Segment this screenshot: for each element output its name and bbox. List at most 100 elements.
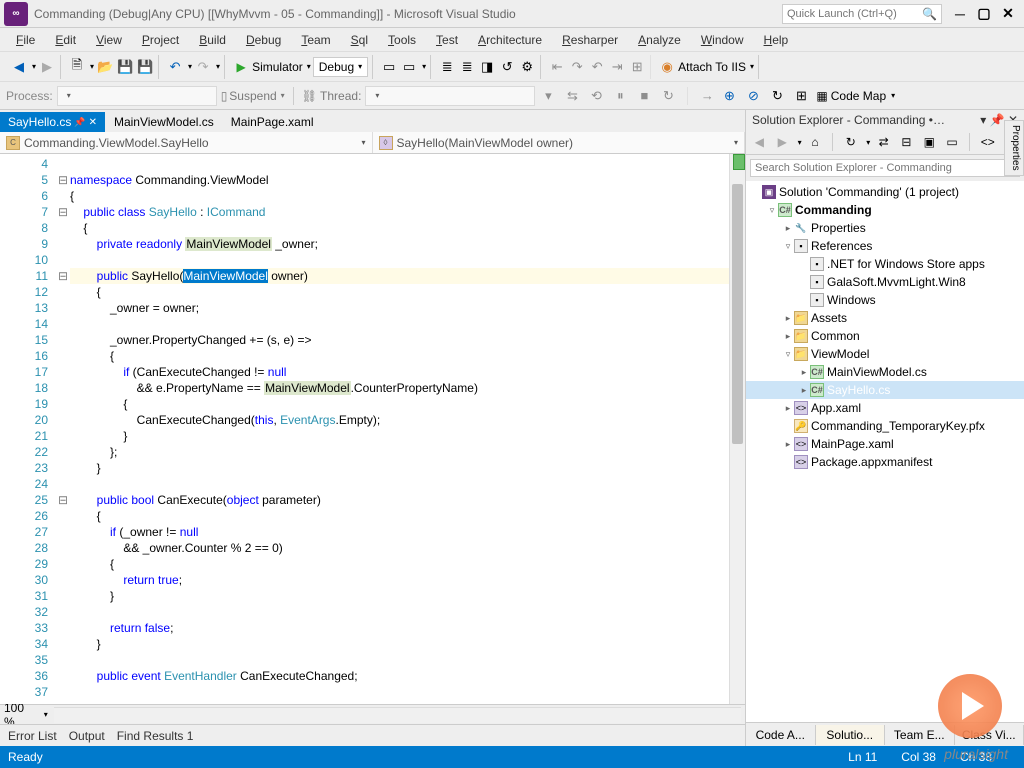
se-preview-icon[interactable]: ▭: [943, 132, 962, 152]
menu-edit[interactable]: Edit: [45, 30, 86, 50]
expand-icon[interactable]: ▸: [798, 367, 810, 378]
open-icon[interactable]: 📂: [96, 58, 114, 76]
side-tab-0[interactable]: Code A...: [746, 725, 816, 745]
menu-sql[interactable]: Sql: [341, 30, 378, 50]
fold-gutter[interactable]: ⊟ ⊟ ⊟ ⊟: [56, 154, 70, 704]
menu-view[interactable]: View: [86, 30, 132, 50]
fold-toggle[interactable]: ⊟: [56, 492, 70, 508]
minimize-button[interactable]: ─: [950, 4, 970, 24]
dbg-icon-11[interactable]: ⊞: [792, 87, 810, 105]
vertical-scrollbar[interactable]: [729, 154, 745, 704]
doc-tab-mainpage-xaml[interactable]: MainPage.xaml: [223, 112, 322, 132]
menu-analyze[interactable]: Analyze: [628, 30, 691, 50]
redo-icon[interactable]: ↷: [194, 58, 212, 76]
save-all-icon[interactable]: 💾: [136, 58, 154, 76]
pluralsight-play-icon[interactable]: [938, 674, 1002, 738]
doc-tab-mainviewmodel-cs[interactable]: MainViewModel.cs: [106, 112, 222, 132]
side-tab-1[interactable]: Solutio...: [816, 725, 886, 745]
se-home-icon[interactable]: ⌂: [806, 132, 825, 152]
menu-help[interactable]: Help: [754, 30, 799, 50]
tree-node-app-xaml[interactable]: ▸<>App.xaml: [746, 399, 1024, 417]
side-tab-2[interactable]: Team E...: [885, 725, 955, 745]
comment-icon[interactable]: ≣: [438, 58, 456, 76]
tree-node-viewmodel[interactable]: ▿📁ViewModel: [746, 345, 1024, 363]
uncomment-icon[interactable]: ≣: [458, 58, 476, 76]
tree-node-mainviewmodel-cs[interactable]: ▸C#MainViewModel.cs: [746, 363, 1024, 381]
tree-node-mainpage-xaml[interactable]: ▸<>MainPage.xaml: [746, 435, 1024, 453]
new-project-icon[interactable]: 🗎: [68, 58, 86, 76]
tree-node-commanding[interactable]: ▿C#Commanding: [746, 201, 1024, 219]
se-fwd-icon[interactable]: ▶: [773, 132, 792, 152]
search-icon[interactable]: 🔍: [922, 7, 937, 21]
attach-iis-label[interactable]: Attach To IIS: [678, 60, 746, 74]
menu-tools[interactable]: Tools: [378, 30, 426, 50]
attach-iis-icon[interactable]: ◉: [658, 58, 676, 76]
menu-architecture[interactable]: Architecture: [468, 30, 552, 50]
output-tab-find-results-1[interactable]: Find Results 1: [117, 729, 194, 743]
doc-tab-sayhello-cs[interactable]: SayHello.cs📌✕: [0, 112, 105, 132]
fold-toggle[interactable]: ⊟: [56, 204, 70, 220]
dbg-icon-8[interactable]: ⊕: [720, 87, 738, 105]
tree-node-package-appxmanifest[interactable]: <>Package.appxmanifest: [746, 453, 1024, 471]
expand-icon[interactable]: ▸: [782, 403, 794, 414]
save-icon[interactable]: 💾: [116, 58, 134, 76]
dbg-icon-10[interactable]: ↻: [768, 87, 786, 105]
horizontal-scrollbar[interactable]: [54, 707, 741, 723]
undo-icon[interactable]: ↶: [166, 58, 184, 76]
maximize-button[interactable]: ▢: [974, 4, 994, 24]
expand-icon[interactable]: ▸: [782, 223, 794, 234]
nav-fwd-button[interactable]: ▶: [38, 58, 56, 76]
tree-node-commanding-temporarykey-pfx[interactable]: 🔑Commanding_TemporaryKey.pfx: [746, 417, 1024, 435]
code-map-button[interactable]: ▦ Code Map ▾: [816, 87, 895, 105]
tool-icon-2[interactable]: ▭: [400, 58, 418, 76]
expand-icon[interactable]: ▿: [782, 349, 794, 360]
expand-icon[interactable]: ▸: [782, 331, 794, 342]
close-tab-icon[interactable]: ✕: [89, 117, 97, 128]
code-editor[interactable]: 4567891011121314151617181920212223242526…: [0, 154, 745, 704]
quick-launch-input[interactable]: [787, 8, 917, 20]
menu-debug[interactable]: Debug: [236, 30, 291, 50]
close-button[interactable]: ✕: [998, 4, 1018, 24]
breadcrumb-class[interactable]: CCommanding.ViewModel.SayHello▾: [0, 132, 373, 153]
tree-node-properties[interactable]: ▸🔧Properties: [746, 219, 1024, 237]
output-tab-error-list[interactable]: Error List: [8, 729, 57, 743]
tree-node-windows[interactable]: ▪Windows: [746, 291, 1024, 309]
menu-project[interactable]: Project: [132, 30, 189, 50]
pin-icon[interactable]: 📌: [990, 113, 1005, 127]
expand-icon[interactable]: ▿: [782, 241, 794, 252]
dropdown-icon[interactable]: ▾: [980, 113, 986, 127]
menu-resharper[interactable]: Resharper: [552, 30, 628, 50]
fold-toggle[interactable]: ⊟: [56, 268, 70, 284]
tree-node-references[interactable]: ▿▪References: [746, 237, 1024, 255]
se-collapse-icon[interactable]: ⊟: [897, 132, 916, 152]
tree-node-assets[interactable]: ▸📁Assets: [746, 309, 1024, 327]
solution-explorer-search[interactable]: [750, 159, 1020, 177]
menu-file[interactable]: File: [6, 30, 45, 50]
code-content[interactable]: namespace Commanding.ViewModel{ public c…: [70, 154, 729, 704]
dbg-icon-9[interactable]: ⊘: [744, 87, 762, 105]
properties-vertical-tab[interactable]: Properties: [1004, 120, 1024, 176]
expand-icon[interactable]: ▸: [782, 313, 794, 324]
se-code-icon[interactable]: <>: [978, 132, 997, 152]
tree-node-solution-commanding-1-project-[interactable]: ▣Solution 'Commanding' (1 project): [746, 183, 1024, 201]
configuration-dropdown[interactable]: Debug▾: [313, 57, 368, 77]
solution-search-input[interactable]: [750, 159, 1020, 177]
se-showall-icon[interactable]: ▣: [920, 132, 939, 152]
nav-back-button[interactable]: ◀: [10, 58, 28, 76]
tree-node-sayhello-cs[interactable]: ▸C#SayHello.cs: [746, 381, 1024, 399]
start-button[interactable]: ▶: [232, 58, 250, 76]
bookmark-icon[interactable]: ◨: [478, 58, 496, 76]
menu-team[interactable]: Team: [291, 30, 340, 50]
scrollbar-thumb[interactable]: [732, 184, 743, 444]
quick-launch-box[interactable]: 🔍: [782, 4, 942, 24]
breadcrumb-member[interactable]: ◊SayHello(MainViewModel owner)▾: [373, 132, 746, 153]
se-refresh-icon[interactable]: ↻: [841, 132, 860, 152]
fold-toggle[interactable]: ⊟: [56, 172, 70, 188]
tree-node--net-for-windows-store-apps[interactable]: ▪.NET for Windows Store apps: [746, 255, 1024, 273]
pin-icon[interactable]: 📌: [74, 117, 85, 128]
tool-icon-3[interactable]: ↺: [498, 58, 516, 76]
menu-build[interactable]: Build: [189, 30, 236, 50]
solution-tree[interactable]: ▣Solution 'Commanding' (1 project)▿C#Com…: [746, 181, 1024, 722]
thread-dropdown[interactable]: ▾: [365, 86, 535, 106]
menu-test[interactable]: Test: [426, 30, 468, 50]
